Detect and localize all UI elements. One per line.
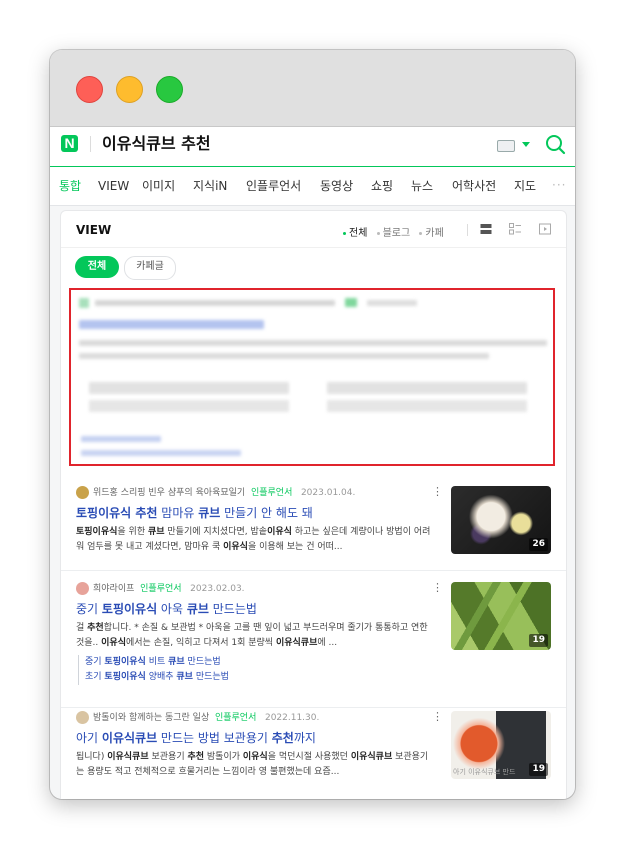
avatar[interactable] <box>76 711 89 724</box>
blurred-box-left-1 <box>89 382 289 394</box>
window-titlebar <box>50 50 575 127</box>
post-date: 2023.02.03. <box>190 584 245 594</box>
naver-logo[interactable]: N <box>61 135 78 152</box>
more-options-icon[interactable]: ⋮ <box>432 711 443 722</box>
search-header: N 이유식큐브 추천 <box>50 127 575 167</box>
video-view-icon[interactable] <box>539 223 551 235</box>
blurred-snippet-line-2 <box>79 353 489 359</box>
result-item[interactable]: 밤톨이와 함께하는 동그란 일상 인플루언서 2022.11.30. ⋮ 아기 … <box>76 711 552 783</box>
search-query-text[interactable]: 이유식큐브 추천 <box>102 133 211 155</box>
tab-influencer[interactable]: 인플루언서 <box>246 178 301 194</box>
tab-integrated[interactable]: 통합 <box>59 178 81 194</box>
post-title[interactable]: 아기 이유식큐브 만드는 방법 보관용기 추천까지 <box>76 730 316 746</box>
post-meta: 밤톨이와 함께하는 동그란 일상 인플루언서 2022.11.30. <box>76 711 319 725</box>
blurred-sub-link-2 <box>81 450 241 456</box>
tab-map[interactable]: 지도 <box>514 178 536 194</box>
browser-window: N 이유식큐브 추천 통합 VIEW 이미지 지식iN 인플루언서 동영상 쇼핑… <box>50 50 575 799</box>
post-title[interactable]: 토핑이유식 추천 맘마유 큐브 만들기 안 해도 돼 <box>76 505 313 521</box>
blurred-sub-link-1 <box>81 436 161 442</box>
view-section-title: VIEW <box>76 223 112 237</box>
blurred-box-right-1 <box>327 382 527 394</box>
filter-all-label: 전체 <box>349 228 368 239</box>
close-window-button[interactable] <box>76 76 103 103</box>
avatar[interactable] <box>76 582 89 595</box>
view-section: VIEW 전체 블로그 카페 전체 카페글 위드홍 스리핑 빈우 샴푸의 육아육… <box>60 210 567 799</box>
image-count: 26 <box>529 538 548 551</box>
compact-view-icon[interactable] <box>509 223 521 235</box>
filter-dot-icon <box>376 231 380 235</box>
filter-dot-icon <box>343 231 346 235</box>
result-divider <box>61 707 566 708</box>
post-meta: 희야라이프 인플루언서 2023.02.03. <box>76 582 245 596</box>
post-thumbnail[interactable]: 26 <box>451 486 551 554</box>
minimize-window-button[interactable] <box>116 76 143 103</box>
view-subfilter-bar: 전체 카페글 <box>61 247 566 286</box>
blurred-snippet-line-1 <box>79 340 547 346</box>
avatar[interactable] <box>76 486 89 499</box>
result-item[interactable]: 희야라이프 인플루언서 2023.02.03. ⋮ 중기 토핑이유식 아욱 큐브… <box>76 582 552 692</box>
result-divider <box>61 570 566 571</box>
tab-view[interactable]: VIEW <box>98 178 129 194</box>
dropdown-caret-icon[interactable] <box>522 142 530 147</box>
post-thumbnail[interactable]: 아기 이유식큐브 만드 19 <box>451 711 551 779</box>
search-tabs: 통합 VIEW 이미지 지식iN 인플루언서 동영상 쇼핑 뉴스 어학사전 지도… <box>50 167 575 206</box>
filter-all[interactable]: 전체 <box>337 228 367 239</box>
blurred-title <box>79 320 264 329</box>
tabs-more-icon[interactable]: ··· <box>552 178 566 192</box>
tab-news[interactable]: 뉴스 <box>411 178 433 194</box>
blurred-box-left-2 <box>89 400 289 412</box>
more-options-icon[interactable]: ⋮ <box>432 582 443 593</box>
tab-kin[interactable]: 지식iN <box>193 178 227 194</box>
post-date: 2022.11.30. <box>264 713 320 723</box>
post-snippet: 걸 추천합니다. * 손질 & 보관법 * 아욱을 고를 땐 잎이 넓고 부드러… <box>76 623 428 648</box>
filter-divider <box>467 224 468 236</box>
post-author[interactable]: 밤톨이와 함께하는 동그란 일상 <box>93 713 209 723</box>
view-filter-group: 전체 블로그 카페 <box>337 224 444 239</box>
thumbnail-caption: 아기 이유식큐브 만드 <box>453 768 516 776</box>
blurred-badge <box>345 298 357 307</box>
post-thumbnail[interactable]: 19 <box>451 582 551 650</box>
more-options-icon[interactable]: ⋮ <box>432 486 443 497</box>
post-meta: 위드홍 스리핑 빈우 샴푸의 육아육묘일기 인플루언서 2023.01.04. <box>76 486 355 500</box>
influencer-badge: 인플루언서 <box>140 584 182 594</box>
filter-cafe[interactable]: 카페 <box>413 228 444 239</box>
post-snippet: 토핑이유식을 위한 큐브 만들기에 지치셨다면, 밥솥이유식 하고는 싶은데 계… <box>76 527 431 552</box>
post-title[interactable]: 중기 토핑이유식 아욱 큐브 만드는법 <box>76 601 257 617</box>
influencer-badge: 인플루언서 <box>214 713 257 723</box>
tab-dictionary[interactable]: 어학사전 <box>452 178 496 194</box>
blurred-avatar <box>79 298 89 308</box>
image-count: 19 <box>529 763 548 776</box>
blurred-date <box>367 300 417 306</box>
pill-cafe-posts[interactable]: 카페글 <box>124 256 176 280</box>
post-author[interactable]: 위드홍 스리핑 빈우 샴푸의 육아육묘일기 <box>93 488 245 498</box>
tab-video[interactable]: 동영상 <box>320 178 353 194</box>
tab-image[interactable]: 이미지 <box>142 178 175 194</box>
highlighted-blurred-result[interactable] <box>69 288 555 466</box>
filter-dot-icon <box>419 231 423 235</box>
post-author[interactable]: 희야라이프 <box>93 584 134 594</box>
blurred-meta <box>95 300 335 306</box>
post-date: 2023.01.04. <box>300 488 356 498</box>
keyboard-icon[interactable] <box>497 140 515 152</box>
filter-blog-label: 블로그 <box>382 228 411 239</box>
filter-cafe-label: 카페 <box>425 228 444 239</box>
filter-blog[interactable]: 블로그 <box>371 228 411 239</box>
pill-all[interactable]: 전체 <box>75 256 119 278</box>
maximize-window-button[interactable] <box>156 76 183 103</box>
tab-shopping[interactable]: 쇼핑 <box>371 178 393 194</box>
list-view-icon[interactable] <box>480 223 492 235</box>
blurred-box-right-2 <box>327 400 527 412</box>
related-post-link[interactable]: 초기 토핑이유식 양배추 큐브 만드는법 <box>78 670 229 685</box>
related-post-link[interactable]: 중기 토핑이유식 비트 큐브 만드는법 <box>78 655 221 670</box>
influencer-badge: 인플루언서 <box>250 488 293 498</box>
header-divider <box>90 136 91 152</box>
result-item[interactable]: 위드홍 스리핑 빈우 샴푸의 육아육묘일기 인플루언서 2023.01.04. … <box>76 486 552 558</box>
search-icon[interactable] <box>544 133 566 155</box>
post-snippet: 됩니다) 이유식큐브 보관용기 추천 밤톨이가 이유식을 먹던시절 사용했던 이… <box>76 752 429 777</box>
image-count: 19 <box>529 634 548 647</box>
